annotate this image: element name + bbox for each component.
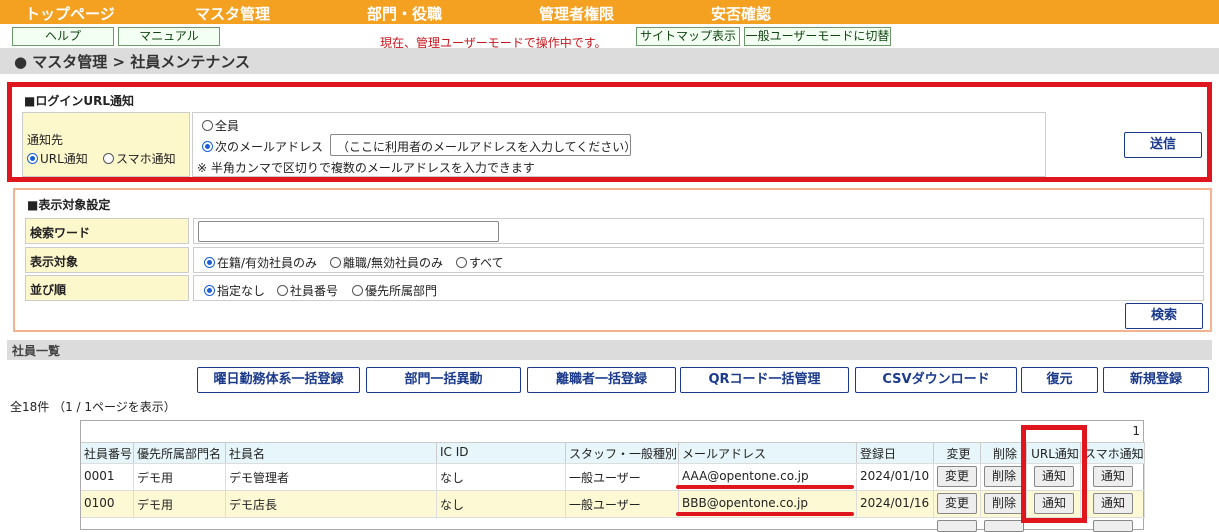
col-name: 社員名: [226, 442, 437, 463]
page-number[interactable]: 1: [1132, 424, 1140, 438]
keyword-input[interactable]: [198, 221, 499, 242]
cell-ic: なし: [437, 490, 566, 517]
email-option-label: 次のメールアドレス: [215, 140, 324, 154]
target-label: 表示対象: [25, 247, 189, 273]
cell-date: 2024/01/10: [857, 463, 934, 490]
edit-button[interactable]: 変更: [937, 466, 977, 487]
order-label: 並び順: [25, 275, 189, 301]
cell-dept: デモ用: [134, 490, 226, 517]
smartphone-notify-radio[interactable]: スマホ通知: [103, 150, 176, 167]
breadcrumb: ● マスタ管理 > 社員メンテナンス: [14, 53, 251, 71]
url-notify-highlight: [1021, 425, 1087, 523]
target-cell: 在籍/有効社員のみ 離職/無効社員のみ すべて: [193, 247, 1204, 273]
cell-ic: なし: [437, 463, 566, 490]
cell-name[interactable]: デモ店長: [226, 490, 437, 517]
login-url-section: ■ログインURL通知 通知先 URL通知 スマホ通知 全員 次のメールアドレス …: [7, 82, 1212, 182]
manual-button[interactable]: マニュアル: [118, 27, 220, 46]
nav-top-page[interactable]: トップページ: [25, 3, 115, 24]
keyword-label: 検索ワード: [25, 218, 189, 244]
order-cell: 指定なし 社員番号 優先所属部門: [193, 275, 1204, 301]
all-label: 全員: [215, 119, 240, 133]
url-notify-label: URL通知: [40, 152, 88, 166]
employee-table: 1 社員番号 優先所属部門名 社員名 IC ID スタッフ・一般種別 メールアド…: [80, 420, 1145, 532]
display-settings-title: ■表示対象設定: [27, 198, 111, 212]
notify-to-label: 通知先: [27, 133, 64, 147]
csv-download-button[interactable]: CSVダウンロード: [855, 367, 1017, 393]
order-id-label: 社員番号: [290, 284, 339, 298]
cell-id: 0100: [81, 490, 134, 517]
col-employee-id: 社員番号: [81, 442, 134, 463]
email-underline-1: [676, 485, 854, 489]
restore-button[interactable]: 復元: [1021, 367, 1098, 393]
email-note: ※ 半角カンマで区切りで複数のメールアドレスを入力できます: [197, 161, 535, 175]
target-all-label: すべて: [469, 256, 504, 270]
col-email: メールアドレス: [679, 442, 857, 463]
search-button[interactable]: 検索: [1125, 303, 1203, 329]
sp-notify-button[interactable]: 通知: [1093, 493, 1133, 514]
url-notify-radio[interactable]: URL通知: [27, 150, 88, 167]
nav-dept-role[interactable]: 部門・役職: [367, 3, 442, 24]
target-active-label: 在籍/有効社員のみ: [217, 256, 318, 270]
sitemap-button[interactable]: サイトマップ表示: [636, 27, 740, 46]
target-retired-radio[interactable]: 離職/無効社員のみ: [330, 254, 443, 271]
notify-to-cell: 通知先 URL通知 スマホ通知: [22, 112, 190, 177]
employee-list-bar: 社員一覧: [7, 340, 1212, 360]
nav-master[interactable]: マスタ管理: [195, 3, 270, 24]
smartphone-notify-label: スマホ通知: [116, 152, 176, 166]
sp-notify-button[interactable]: [1093, 520, 1133, 532]
bulk-dept-transfer-button[interactable]: 部門一括異動: [366, 367, 521, 393]
order-dept-radio[interactable]: 優先所属部門: [352, 282, 437, 299]
switch-mode-button[interactable]: 一般ユーザーモードに切替: [744, 27, 891, 46]
login-url-title: ■ログインURL通知: [24, 94, 134, 108]
col-edit: 変更: [934, 442, 981, 463]
col-type: スタッフ・一般種別: [566, 442, 679, 463]
bulk-retire-button[interactable]: 離職者一括登録: [527, 367, 676, 393]
send-button[interactable]: 送信: [1124, 132, 1202, 158]
nav-admin-auth[interactable]: 管理者権限: [539, 3, 614, 24]
cell-type: 一般ユーザー: [566, 463, 679, 490]
target-retired-label: 離職/無効社員のみ: [343, 256, 444, 270]
cell-name[interactable]: デモ管理者: [226, 463, 437, 490]
cell-dept: デモ用: [134, 463, 226, 490]
keyword-cell: [193, 218, 1204, 244]
delete-button[interactable]: 削除: [984, 493, 1024, 514]
new-register-button[interactable]: 新規登録: [1103, 367, 1209, 393]
all-radio[interactable]: 全員: [202, 117, 239, 134]
email-radio[interactable]: 次のメールアドレス: [202, 138, 323, 155]
recipient-cell: 全員 次のメールアドレス （ここに利用者のメールアドレスを入力してください） ※…: [192, 112, 1046, 177]
cell-date: 2024/01/16: [857, 490, 934, 517]
col-ic-id: IC ID: [437, 442, 566, 463]
top-nav: トップページ マスタ管理 部門・役職 管理者権限 安否確認: [0, 0, 1219, 24]
delete-button[interactable]: 削除: [984, 466, 1024, 487]
target-active-radio[interactable]: 在籍/有効社員のみ: [204, 254, 317, 271]
col-date: 登録日: [857, 442, 934, 463]
breadcrumb-bar: ● マスタ管理 > 社員メンテナンス: [0, 48, 1219, 74]
employee-list-title: 社員一覧: [12, 344, 61, 358]
edit-button[interactable]: 変更: [937, 493, 977, 514]
delete-button[interactable]: [984, 520, 1024, 532]
order-id-radio[interactable]: 社員番号: [277, 282, 338, 299]
display-settings-section: ■表示対象設定 検索ワード 表示対象 在籍/有効社員のみ 離職/無効社員のみ す…: [13, 188, 1212, 332]
order-dept-label: 優先所属部門: [365, 284, 438, 298]
target-all-radio[interactable]: すべて: [456, 254, 504, 271]
cell-type: 一般ユーザー: [566, 490, 679, 517]
order-none-radio[interactable]: 指定なし: [204, 282, 265, 299]
bulk-weekday-shift-button[interactable]: 曜日勤務体系一括登録: [197, 367, 360, 393]
edit-button[interactable]: [937, 520, 977, 532]
count-text: 全18件 （1 / 1ページを表示）: [10, 400, 176, 414]
help-button[interactable]: ヘルプ: [12, 27, 114, 46]
qr-manage-button[interactable]: QRコード一括管理: [680, 367, 849, 393]
email-underline-2: [676, 512, 854, 516]
col-sp-notify: スマホ通知: [1081, 442, 1145, 463]
sp-notify-button[interactable]: 通知: [1093, 466, 1133, 487]
order-none-label: 指定なし: [217, 284, 266, 298]
cell-id: 0001: [81, 463, 134, 490]
email-input[interactable]: （ここに利用者のメールアドレスを入力してください）: [330, 134, 631, 156]
col-dept: 優先所属部門名: [134, 442, 226, 463]
nav-safety[interactable]: 安否確認: [711, 3, 771, 24]
